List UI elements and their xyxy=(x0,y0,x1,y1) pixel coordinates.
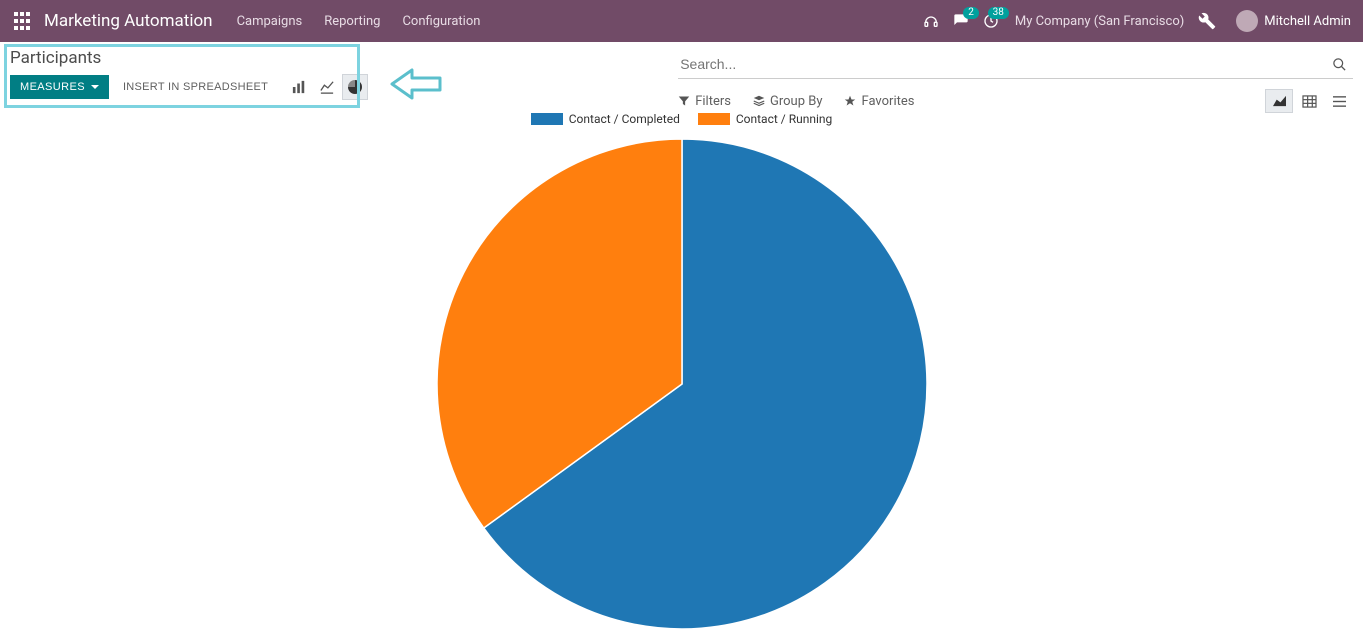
star-icon xyxy=(844,95,856,107)
app-brand: Marketing Automation xyxy=(44,11,213,31)
chat-badge: 2 xyxy=(963,7,979,19)
groupby-label: Group By xyxy=(770,94,823,109)
legend-swatch xyxy=(531,113,563,125)
caret-down-icon xyxy=(91,85,99,89)
bar-chart-icon xyxy=(292,80,306,94)
control-panel-right: Filters Group By Favorites xyxy=(368,48,1353,113)
line-chart-icon xyxy=(320,80,334,94)
measures-label: MEASURES xyxy=(20,81,85,93)
search-bar xyxy=(678,50,1353,79)
activities-icon[interactable]: 38 xyxy=(983,13,999,29)
filter-row: Filters Group By Favorites xyxy=(678,89,1353,113)
list-view-button[interactable] xyxy=(1325,89,1353,113)
nav-item-reporting[interactable]: Reporting xyxy=(324,14,380,29)
search-input[interactable] xyxy=(678,52,1326,76)
graph-view-button[interactable] xyxy=(1265,89,1293,113)
legend-label: Contact / Running xyxy=(736,112,832,126)
breadcrumb[interactable]: Participants xyxy=(10,48,368,68)
view-switcher xyxy=(1265,89,1353,113)
control-panel-left: Participants MEASURES INSERT IN SPREADSH… xyxy=(10,48,368,100)
bar-chart-button[interactable] xyxy=(286,74,312,100)
nav-item-campaigns[interactable]: Campaigns xyxy=(237,14,303,29)
apps-menu-button[interactable] xyxy=(12,11,32,31)
pie-chart xyxy=(0,134,1363,634)
main-navbar: Marketing Automation Campaigns Reporting… xyxy=(0,0,1363,42)
legend-item-1[interactable]: Contact / Running xyxy=(698,112,832,126)
pie-chart-icon xyxy=(348,80,362,94)
activities-badge: 38 xyxy=(988,7,1009,19)
pivot-icon xyxy=(1302,95,1317,108)
company-selector[interactable]: My Company (San Francisco) xyxy=(1015,14,1184,29)
line-chart-button[interactable] xyxy=(314,74,340,100)
list-icon xyxy=(1332,95,1347,108)
chat-icon[interactable]: 2 xyxy=(953,13,969,29)
legend-swatch xyxy=(698,113,730,125)
control-panel: Participants MEASURES INSERT IN SPREADSH… xyxy=(0,42,1363,106)
graph-toolbar: MEASURES INSERT IN SPREADSHEET xyxy=(10,74,368,100)
layers-icon xyxy=(753,95,765,107)
filters-button[interactable]: Filters xyxy=(678,94,731,109)
nav-item-configuration[interactable]: Configuration xyxy=(402,14,480,29)
favorites-label: Favorites xyxy=(861,94,914,109)
debug-icon[interactable] xyxy=(1198,12,1216,30)
groupby-button[interactable]: Group By xyxy=(753,94,823,109)
pivot-view-button[interactable] xyxy=(1295,89,1323,113)
funnel-icon xyxy=(678,95,690,107)
measures-button[interactable]: MEASURES xyxy=(10,75,109,99)
legend-item-0[interactable]: Contact / Completed xyxy=(531,112,680,126)
support-icon[interactable] xyxy=(923,13,939,29)
filters-label: Filters xyxy=(695,94,731,109)
pie-chart-button[interactable] xyxy=(342,74,368,100)
annotation-arrow-icon xyxy=(390,66,444,102)
chart-area: Contact / Completed Contact / Running xyxy=(0,106,1363,634)
favorites-button[interactable]: Favorites xyxy=(844,94,914,109)
chart-type-group xyxy=(286,74,368,100)
legend-label: Contact / Completed xyxy=(569,112,680,126)
insert-in-spreadsheet-button[interactable]: INSERT IN SPREADSHEET xyxy=(115,75,276,99)
search-icon[interactable] xyxy=(1326,57,1353,72)
user-menu[interactable]: Mitchell Admin xyxy=(1230,10,1351,32)
area-chart-icon xyxy=(1272,95,1287,108)
avatar xyxy=(1236,10,1258,32)
user-name: Mitchell Admin xyxy=(1264,14,1351,29)
